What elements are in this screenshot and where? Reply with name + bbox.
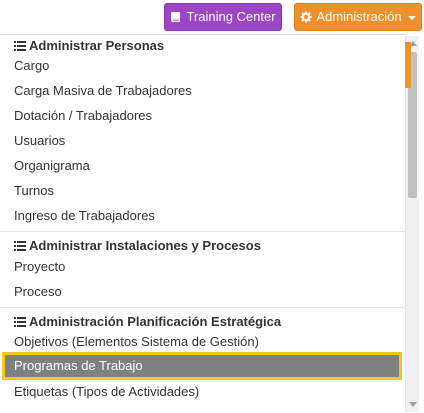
menu-item-carga-masiva[interactable]: Carga Masiva de Trabajadores xyxy=(14,81,192,101)
chevron-down-icon xyxy=(407,16,416,20)
menu-item-turnos[interactable]: Turnos xyxy=(14,181,54,201)
menu-item-label: Programas de Trabajo xyxy=(14,358,143,373)
dropdown-scrollbar[interactable] xyxy=(405,36,419,412)
menu-item-programas-de-trabajo[interactable]: Programas de Trabajo xyxy=(2,352,402,380)
administracion-label: Administración xyxy=(316,9,402,24)
menu-item-usuarios[interactable]: Usuarios xyxy=(14,131,65,151)
section-title: Administrar Instalaciones y Procesos xyxy=(29,238,261,253)
divider xyxy=(0,307,405,308)
section-title: Administrar Personas xyxy=(29,38,165,53)
menu-item-ingreso-trabajadores[interactable]: Ingreso de Trabajadores xyxy=(14,206,155,226)
list-icon xyxy=(14,241,26,251)
menu-item-organigrama[interactable]: Organigrama xyxy=(14,156,90,176)
menu-item-objetivos[interactable]: Objetivos (Elementos Sistema de Gestión) xyxy=(14,332,259,352)
list-icon xyxy=(14,41,26,51)
section-header-instalaciones: Administrar Instalaciones y Procesos xyxy=(14,236,261,256)
gear-icon xyxy=(300,11,312,23)
menu-item-etiquetas[interactable]: Etiquetas (Tipos de Actividades) xyxy=(14,382,199,402)
menu-item-proceso[interactable]: Proceso xyxy=(14,282,62,302)
top-bar: Training Center Administración xyxy=(0,0,424,36)
training-center-button[interactable]: Training Center xyxy=(164,3,282,31)
menu-item-proyecto[interactable]: Proyecto xyxy=(14,257,65,277)
menu-item-dotacion[interactable]: Dotación / Trabajadores xyxy=(14,106,152,126)
menu-item-cargo[interactable]: Cargo xyxy=(14,56,49,76)
scroll-down-icon[interactable] xyxy=(409,402,417,407)
divider xyxy=(0,231,405,232)
section-header-planificacion: Administración Planificación Estratégica xyxy=(14,312,281,332)
list-icon xyxy=(14,317,26,327)
training-center-label: Training Center xyxy=(186,9,276,24)
admin-panel-edge xyxy=(405,42,411,88)
administracion-dropdown-button[interactable]: Administración xyxy=(294,3,422,31)
section-title: Administración Planificación Estratégica xyxy=(29,314,282,329)
book-icon xyxy=(170,11,182,23)
admin-dropdown-menu: Administrar Personas Cargo Carga Masiva … xyxy=(0,34,406,413)
section-header-personas: Administrar Personas xyxy=(14,36,164,56)
